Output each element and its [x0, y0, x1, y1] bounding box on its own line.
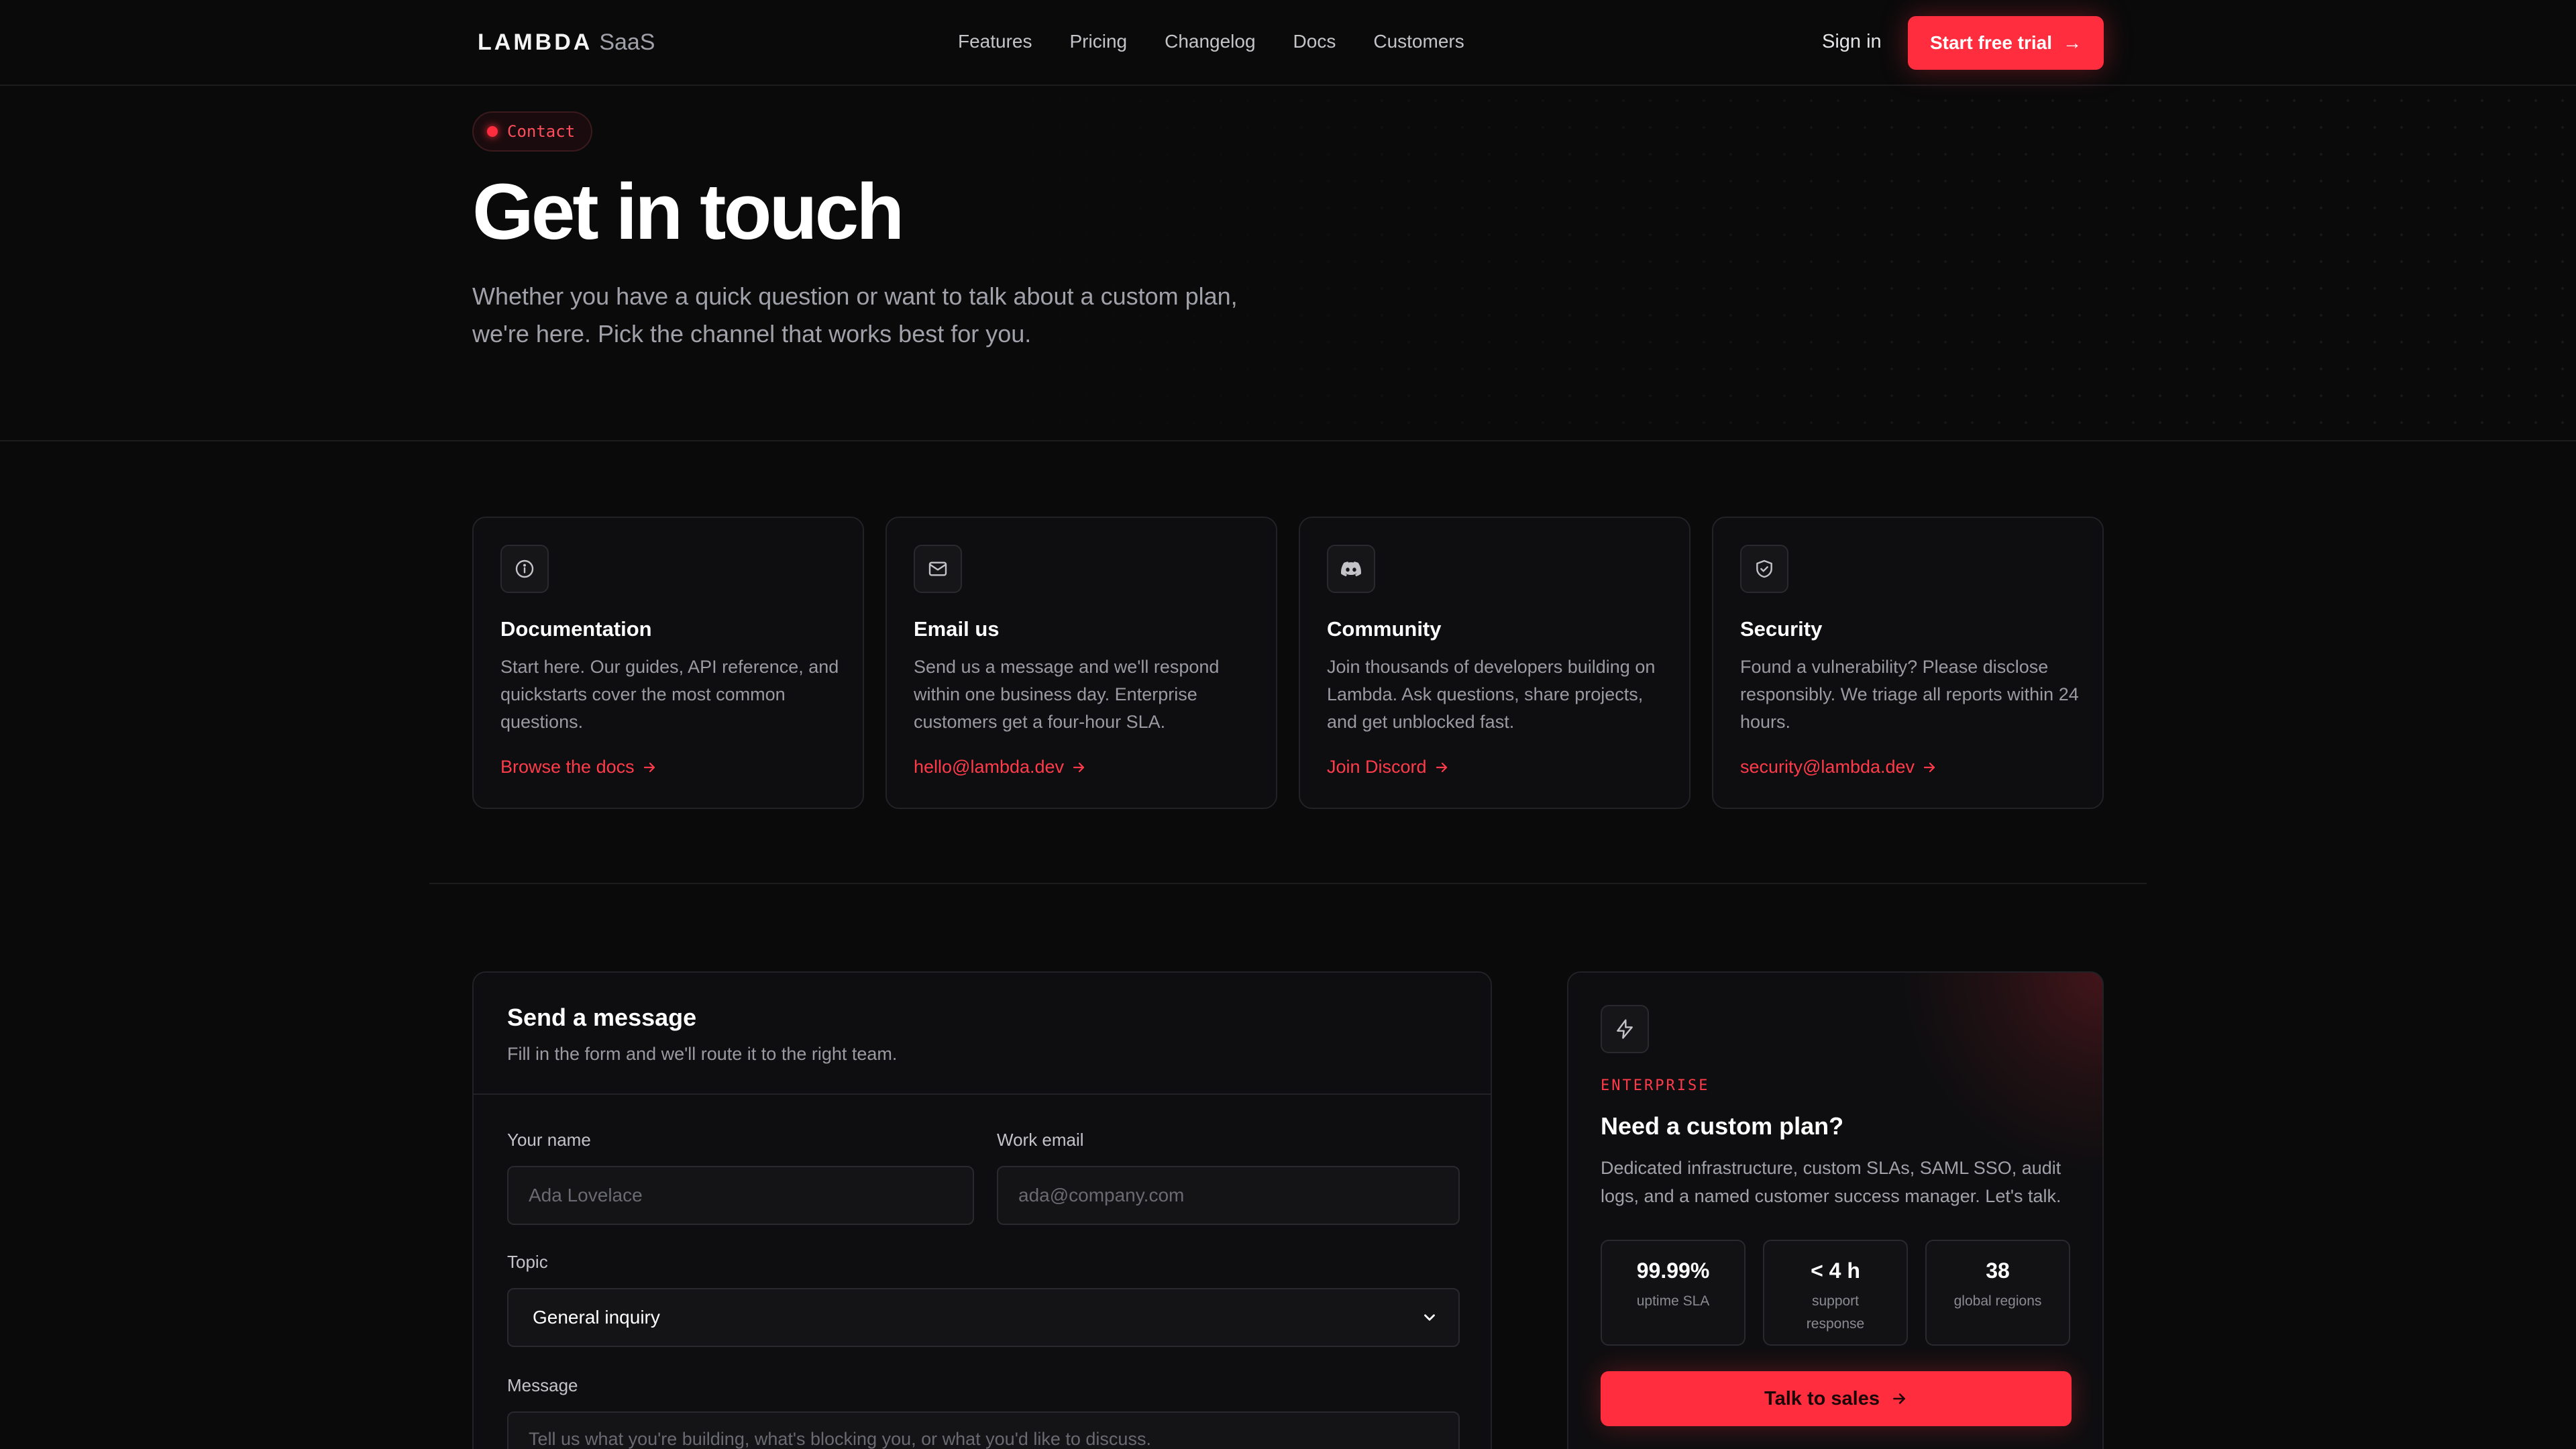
shield-icon: [1740, 545, 1788, 593]
stat-regions: 38 global regions: [1925, 1240, 2070, 1346]
trial-button-label: Start free trial: [1929, 32, 2053, 53]
nav-link-changelog[interactable]: Changelog: [1165, 31, 1255, 52]
email-input[interactable]: [997, 1166, 1460, 1225]
card-link-label: Join Discord: [1327, 757, 1427, 777]
logo[interactable]: LAMBDA SaaS: [478, 30, 655, 56]
contact-form-panel: Send a message Fill in the form and we'l…: [472, 971, 1492, 1449]
sales-button-label: Talk to sales: [1764, 1387, 1880, 1409]
page-subtitle: Whether you have a quick question or wan…: [472, 282, 1238, 347]
nav-links: Features Pricing Changelog Docs Customer…: [958, 31, 1464, 52]
stat-value: 99.99%: [1636, 1258, 1710, 1283]
nav-link-pricing[interactable]: Pricing: [1070, 31, 1128, 52]
arrow-right-icon: [1893, 1393, 1905, 1404]
nav-link-docs[interactable]: Docs: [1293, 31, 1336, 52]
arrow-right-icon: →: [2063, 32, 2082, 53]
card-title: Security: [1740, 617, 1823, 641]
card-community: Community Join thousands of developers b…: [1299, 517, 1690, 809]
hero-dot-grid: [0, 87, 2576, 440]
browse-docs-link[interactable]: Browse the docs: [500, 757, 657, 777]
section-divider: [429, 883, 2147, 884]
enterprise-panel: ENTERPRISE Need a custom plan? Dedicated…: [1567, 971, 2104, 1449]
logo-wordmark: LAMBDA: [478, 30, 593, 55]
page-title: Get in touch: [472, 168, 904, 256]
card-link-label: hello@lambda.dev: [914, 757, 1065, 777]
join-discord-link[interactable]: Join Discord: [1327, 757, 1450, 777]
card-description: Join thousands of developers building on…: [1327, 657, 1656, 732]
card-description: Send us a message and we'll respond with…: [914, 657, 1220, 732]
email-link[interactable]: hello@lambda.dev: [914, 757, 1087, 777]
card-title: Email us: [914, 617, 1000, 641]
top-nav: LAMBDA SaaS Features Pricing Changelog Do…: [0, 0, 2576, 86]
card-link-label: security@lambda.dev: [1740, 757, 1915, 777]
badge-label: Contact: [507, 122, 576, 141]
discord-icon: [1327, 545, 1375, 593]
arrow-right-icon: [1923, 762, 1935, 772]
message-textarea[interactable]: [507, 1411, 1460, 1449]
chevron-down-icon: [1424, 1314, 1435, 1321]
stat-value: 38: [1986, 1258, 2010, 1283]
nav-link-features[interactable]: Features: [958, 31, 1032, 52]
topic-selected-value: General inquiry: [533, 1307, 660, 1328]
topic-label: Topic: [507, 1252, 548, 1272]
stat-label: support response: [1806, 1293, 1865, 1332]
name-input[interactable]: [507, 1166, 974, 1225]
sign-in-link[interactable]: Sign in: [1822, 31, 1882, 53]
status-dot-icon: [487, 126, 498, 137]
enterprise-title: Need a custom plan?: [1601, 1112, 1844, 1140]
card-description: Found a vulnerability? Please disclose r…: [1740, 657, 2079, 732]
enterprise-description: Dedicated infrastructure, custom SLAs, S…: [1601, 1158, 2061, 1206]
talk-to-sales-button[interactable]: Talk to sales: [1601, 1371, 2072, 1426]
arrow-right-icon: [643, 762, 655, 772]
info-icon: [500, 545, 549, 593]
arrow-right-icon: [1073, 762, 1085, 772]
form-header-divider: [474, 1093, 1491, 1095]
card-security: Security Found a vulnerability? Please d…: [1712, 517, 2104, 809]
logo-sub: SaaS: [599, 30, 655, 55]
start-free-trial-button[interactable]: Start free trial →: [1908, 16, 2104, 70]
stat-label: global regions: [1953, 1293, 2042, 1309]
hero-divider: [0, 440, 2576, 441]
enterprise-eyebrow: ENTERPRISE: [1601, 1077, 1710, 1094]
stat-label: uptime SLA: [1636, 1293, 1710, 1309]
stat-value: < 4 h: [1811, 1258, 1860, 1283]
stat-uptime: 99.99% uptime SLA: [1601, 1240, 1746, 1346]
card-title: Community: [1327, 617, 1442, 641]
form-title: Send a message: [507, 1004, 697, 1031]
mail-icon: [914, 545, 962, 593]
form-subtitle: Fill in the form and we'll route it to t…: [507, 1044, 898, 1064]
security-email-link[interactable]: security@lambda.dev: [1740, 757, 1937, 777]
contact-badge: Contact: [472, 111, 593, 152]
bolt-icon: [1601, 1005, 1649, 1053]
card-description: Start here. Our guides, API reference, a…: [500, 657, 839, 732]
card-email: Email us Send us a message and we'll res…: [885, 517, 1277, 809]
topic-select[interactable]: General inquiry: [507, 1288, 1460, 1347]
nav-link-customers[interactable]: Customers: [1373, 31, 1464, 52]
message-label: Message: [507, 1375, 578, 1395]
card-title: Documentation: [500, 617, 652, 641]
email-label: Work email: [997, 1130, 1084, 1150]
name-label: Your name: [507, 1130, 591, 1150]
card-documentation: Documentation Start here. Our guides, AP…: [472, 517, 864, 809]
arrow-right-icon: [1436, 762, 1447, 772]
card-link-label: Browse the docs: [500, 757, 635, 777]
stat-support: < 4 h support response: [1763, 1240, 1908, 1346]
